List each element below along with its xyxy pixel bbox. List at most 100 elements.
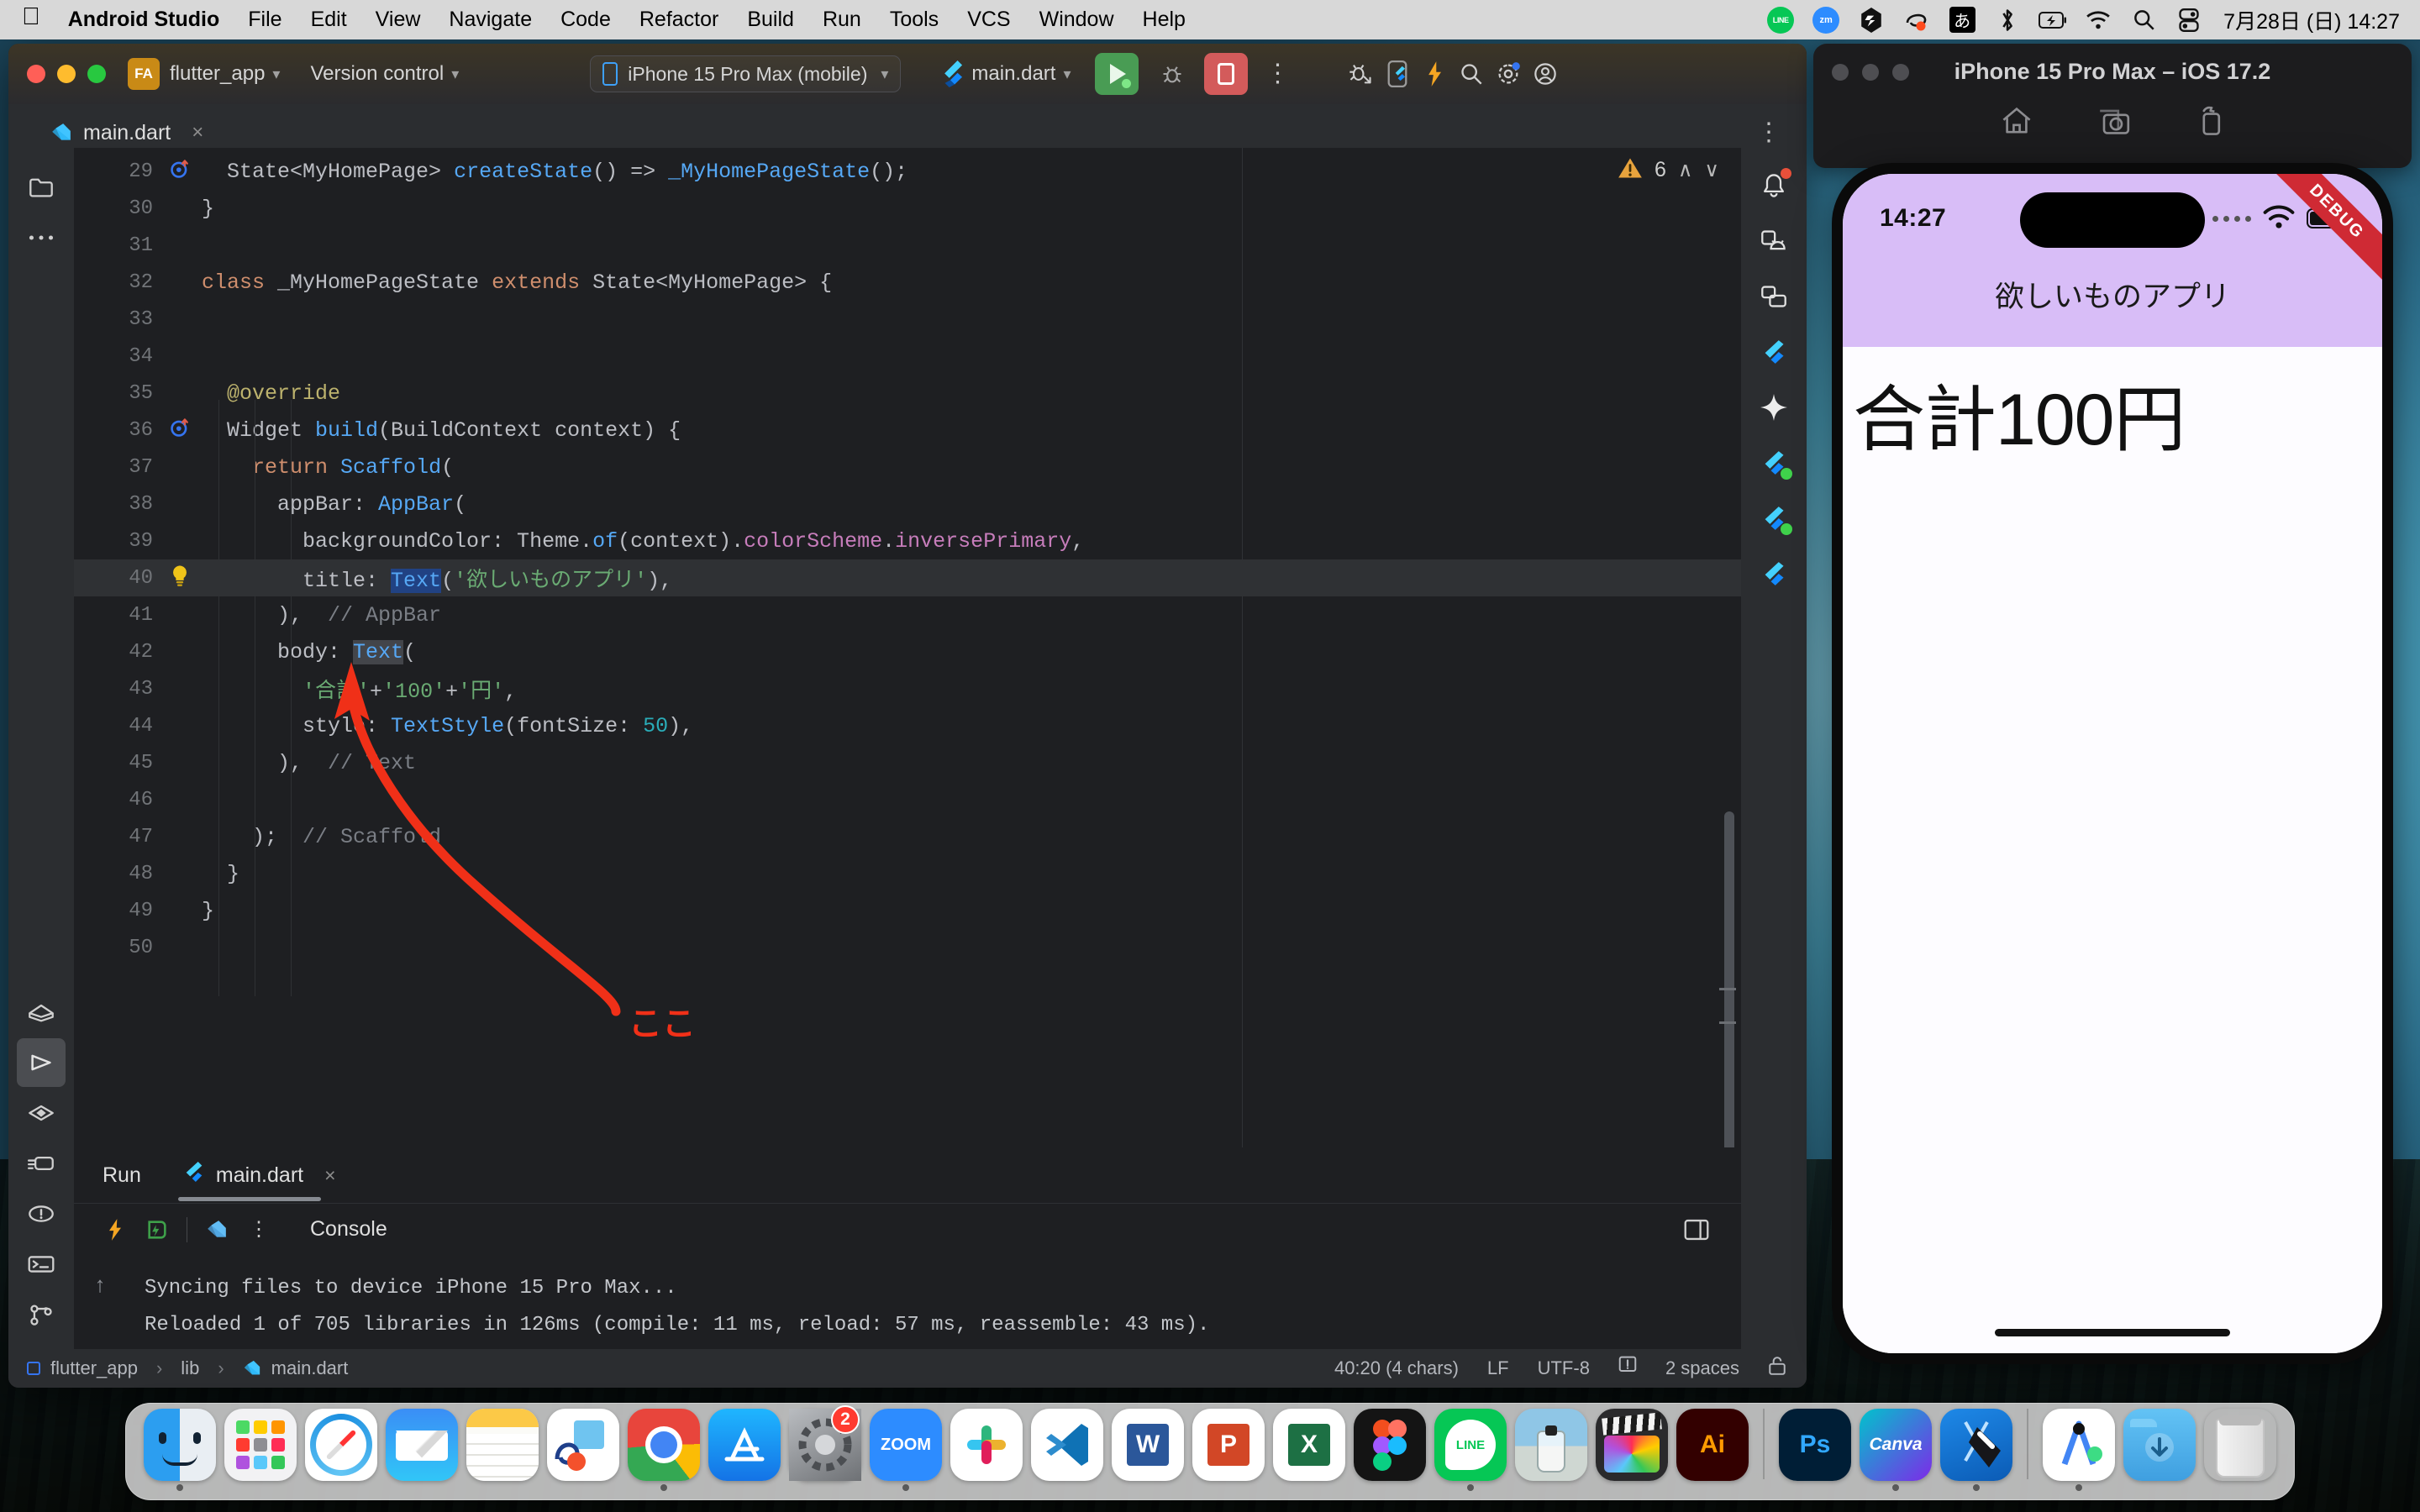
- dock-item-system-settings[interactable]: 2: [785, 1405, 865, 1491]
- flutter-inspector-icon[interactable]: [1749, 438, 1798, 487]
- device-selector[interactable]: iPhone 15 Pro Max (mobile) ▾: [590, 55, 902, 92]
- scroll-up-icon[interactable]: ↑: [95, 1272, 106, 1298]
- shortcuts-icon[interactable]: [1857, 6, 1886, 34]
- code-line[interactable]: 32 class _MyHomePageState extends State<M…: [74, 264, 1741, 301]
- menu-build[interactable]: Build: [733, 0, 808, 39]
- menu-edit[interactable]: Edit: [297, 0, 361, 39]
- run-tab-main-dart[interactable]: main.dart ×: [177, 1147, 341, 1203]
- code-line[interactable]: 44 style: TextStyle(fontSize: 50),: [74, 707, 1741, 744]
- account-icon[interactable]: [1527, 55, 1564, 92]
- version-control-widget[interactable]: Version control: [310, 62, 444, 86]
- menu-file[interactable]: File: [234, 0, 296, 39]
- flutter-device-icon[interactable]: [1379, 55, 1416, 92]
- build-icon[interactable]: [17, 988, 66, 1037]
- hot-reload-icon[interactable]: [1416, 55, 1453, 92]
- code-line[interactable]: 45 ), // Text: [74, 744, 1741, 781]
- breadcrumb-file[interactable]: main.dart: [271, 1357, 349, 1379]
- run-button[interactable]: [1094, 53, 1139, 95]
- breadcrumb-project[interactable]: flutter_app: [50, 1357, 138, 1379]
- code-line[interactable]: 48 }: [74, 855, 1741, 892]
- dock-item-line[interactable]: LINE: [1430, 1409, 1511, 1491]
- spotlight-search-icon[interactable]: [2129, 6, 2158, 34]
- chevron-down-icon[interactable]: ▾: [272, 66, 280, 83]
- intention-bulb-icon[interactable]: [158, 564, 202, 593]
- indent-setting[interactable]: 2 spaces: [1665, 1357, 1739, 1379]
- dock-item-excel[interactable]: X: [1269, 1409, 1349, 1491]
- menu-help[interactable]: Help: [1128, 0, 1200, 39]
- dart-icon[interactable]: [196, 1210, 238, 1249]
- code-line[interactable]: 29 State<MyHomePage> createState() => _M…: [74, 153, 1741, 190]
- menu-navigate[interactable]: Navigate: [434, 0, 546, 39]
- input-source-japanese-icon[interactable]: あ: [1948, 6, 1976, 34]
- more-kebab-icon[interactable]: ⋮: [238, 1210, 280, 1249]
- profile-debug-icon[interactable]: [1342, 55, 1379, 92]
- rotate-icon[interactable]: [2195, 106, 2225, 140]
- debug-button[interactable]: [1154, 55, 1191, 92]
- close-icon[interactable]: ×: [324, 1164, 335, 1187]
- override-gutter-icon[interactable]: [158, 158, 202, 186]
- gemini-sparkle-icon[interactable]: [1749, 383, 1798, 432]
- debug-tool-window-icon[interactable]: [17, 1089, 66, 1137]
- dock-item-photoshop[interactable]: Ps: [1775, 1409, 1855, 1491]
- dock-item-trash[interactable]: [2200, 1409, 2281, 1491]
- code-line[interactable]: 39 backgroundColor: Theme.of(context).co…: [74, 522, 1741, 559]
- dock-item-freeform[interactable]: [543, 1409, 623, 1491]
- code-line[interactable]: 46: [74, 781, 1741, 818]
- override-gutter-icon[interactable]: [158, 417, 202, 444]
- menu-tools[interactable]: Tools: [876, 0, 953, 39]
- profiler-icon[interactable]: [17, 1139, 66, 1188]
- menu-bar-clock[interactable]: 7月28日 (日) 14:27: [2220, 5, 2400, 35]
- menu-run[interactable]: Run: [808, 0, 876, 39]
- code-line[interactable]: 43 '合計'+'100'+'円',: [74, 670, 1741, 707]
- project-folder-icon[interactable]: [17, 163, 66, 212]
- line-ending[interactable]: LF: [1487, 1357, 1509, 1379]
- code-line[interactable]: 38 appBar: AppBar(: [74, 486, 1741, 522]
- code-line[interactable]: 49}: [74, 892, 1741, 929]
- menu-code[interactable]: Code: [546, 0, 625, 39]
- device-manager-icon[interactable]: [1749, 217, 1798, 265]
- close-window-button[interactable]: [27, 65, 45, 83]
- dock-item-xcode[interactable]: [1936, 1409, 2017, 1491]
- code-line[interactable]: 30}: [74, 190, 1741, 227]
- screenshot-icon[interactable]: [2097, 106, 2131, 140]
- notifications-bell-icon[interactable]: [1749, 161, 1798, 210]
- dock-item-vscode[interactable]: [1027, 1409, 1107, 1491]
- dock-item-canva[interactable]: Canva: [1855, 1409, 1936, 1491]
- code-line[interactable]: 42 body: Text(: [74, 633, 1741, 670]
- apple-logo-icon[interactable]: : [18, 5, 54, 29]
- dock-item-app-store[interactable]: [704, 1409, 785, 1491]
- dock-item-android-studio[interactable]: [2039, 1409, 2119, 1491]
- menu-vcs[interactable]: VCS: [953, 0, 1024, 39]
- dock-item-finder[interactable]: [139, 1409, 220, 1491]
- battery-charging-icon[interactable]: [2039, 6, 2067, 34]
- editor-options-kebab[interactable]: ⋮: [1756, 120, 1781, 144]
- dock-item-slack[interactable]: [946, 1409, 1027, 1491]
- hot-reload-icon[interactable]: [94, 1210, 136, 1249]
- dock-item-figma[interactable]: [1349, 1409, 1430, 1491]
- code-line[interactable]: 37 return Scaffold(: [74, 449, 1741, 486]
- chevron-down-icon[interactable]: ▾: [1063, 66, 1071, 83]
- flutter-performance-icon[interactable]: [1749, 494, 1798, 543]
- inspection-widget[interactable]: 6 ∧ ∨: [1618, 156, 1719, 184]
- problems-icon[interactable]: [17, 1189, 66, 1238]
- code-line[interactable]: 36 Widget build(BuildContext context) {: [74, 412, 1741, 449]
- dock-item-word[interactable]: W: [1107, 1409, 1188, 1491]
- inspections-icon[interactable]: [1618, 1356, 1637, 1381]
- dock-item-launchpad[interactable]: [220, 1409, 301, 1491]
- flutter-outline-icon[interactable]: [1749, 328, 1798, 376]
- dock-item-powerpoint[interactable]: P: [1188, 1409, 1269, 1491]
- caret-position[interactable]: 40:20 (4 chars): [1334, 1357, 1459, 1379]
- wifi-icon[interactable]: [2084, 6, 2112, 34]
- menu-view[interactable]: View: [361, 0, 435, 39]
- control-center-icon[interactable]: [2175, 6, 2203, 34]
- breadcrumb-folder[interactable]: lib: [181, 1357, 199, 1379]
- code-line[interactable]: 47 ); // Scaffold: [74, 818, 1741, 855]
- chevron-down-icon[interactable]: ▾: [451, 66, 459, 83]
- settings-gear-icon[interactable]: [1490, 55, 1527, 92]
- dock-item-downloads-folder[interactable]: [2119, 1409, 2200, 1491]
- dock-item-final-cut-pro[interactable]: [1591, 1409, 1672, 1491]
- read-only-lock-icon[interactable]: [1768, 1356, 1786, 1381]
- version-control-icon[interactable]: [17, 1290, 66, 1339]
- layout-settings-icon[interactable]: [1676, 1210, 1718, 1249]
- more-tool-windows-icon[interactable]: [17, 213, 66, 262]
